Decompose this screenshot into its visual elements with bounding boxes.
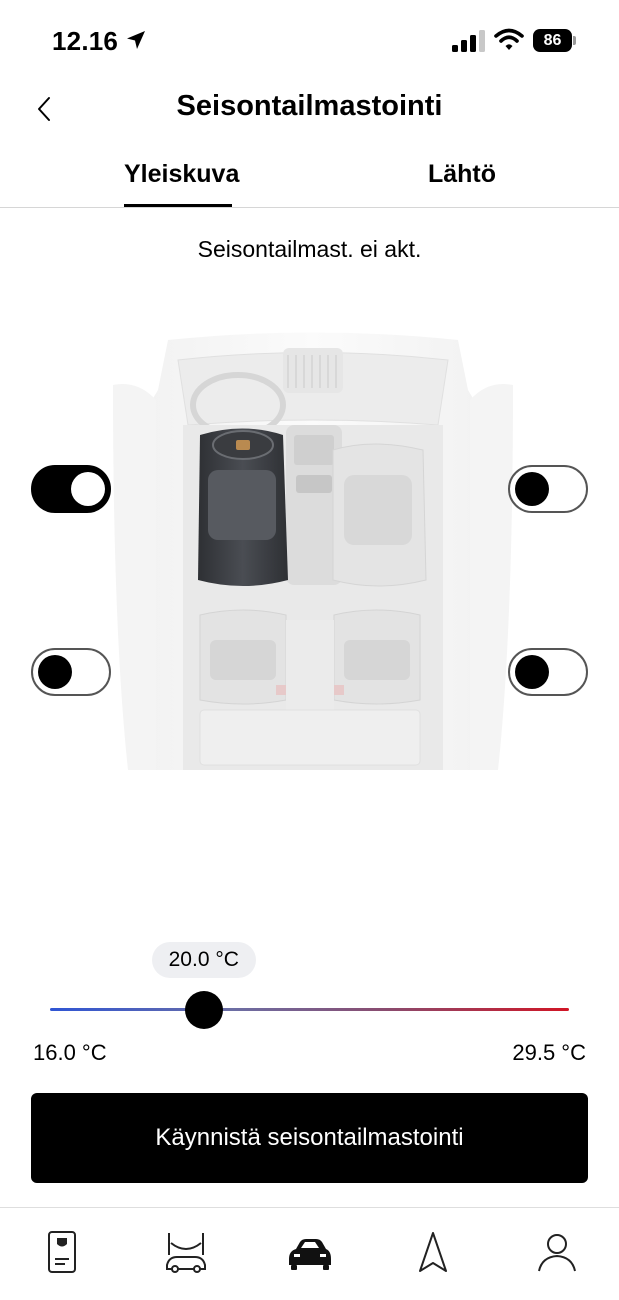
page-title: Seisontailmastointi: [176, 90, 443, 122]
nav-car-lift[interactable]: [160, 1226, 212, 1278]
temperature-value-bubble: 20.0 °C: [151, 942, 256, 978]
nav-navigation[interactable]: [407, 1226, 459, 1278]
tab-overview[interactable]: Yleiskuva: [124, 160, 239, 207]
front-left-seat-toggle[interactable]: [31, 465, 111, 513]
vehicle-document-icon: [48, 1231, 76, 1273]
status-bar: 12.16 86: [0, 0, 619, 80]
profile-icon: [538, 1234, 576, 1272]
car-interior-top-view: [113, 332, 513, 770]
rear-right-seat-toggle[interactable]: [508, 648, 588, 696]
front-right-seat-toggle[interactable]: [508, 465, 588, 513]
cellular-signal-icon: [452, 30, 485, 52]
nav-vehicle-document[interactable]: [36, 1226, 88, 1278]
battery-tip: [573, 36, 576, 45]
wifi-icon: [494, 28, 524, 50]
toggle-knob: [515, 655, 549, 689]
temperature-slider-thumb[interactable]: [184, 991, 223, 1029]
location-arrow-icon: [127, 31, 145, 49]
battery-level: 86: [533, 29, 572, 52]
temperature-max-label: 29.5 °C: [512, 1040, 586, 1065]
rear-left-seat-toggle[interactable]: [31, 648, 111, 696]
start-climate-button[interactable]: Käynnistä seisontailmastointi: [31, 1093, 588, 1183]
status-time: 12.16: [52, 26, 119, 56]
toggle-knob: [71, 472, 105, 506]
tab-bar: Yleiskuva Lähtö: [0, 150, 619, 208]
toggle-knob: [515, 472, 549, 506]
tab-departure[interactable]: Lähtö: [412, 160, 512, 207]
car-icon: [289, 1239, 331, 1270]
temperature-min-label: 16.0 °C: [33, 1040, 107, 1065]
battery-indicator: 86: [533, 29, 577, 52]
bottom-nav: [0, 1207, 619, 1300]
nav-car[interactable]: [283, 1226, 335, 1278]
navigation-icon: [419, 1232, 447, 1272]
climate-status-text: Seisontailmast. ei akt.: [197, 236, 422, 262]
car-lift-icon: [166, 1233, 206, 1273]
nav-profile[interactable]: [531, 1226, 583, 1278]
toggle-knob: [38, 655, 72, 689]
temperature-slider-track[interactable]: [50, 1008, 569, 1011]
